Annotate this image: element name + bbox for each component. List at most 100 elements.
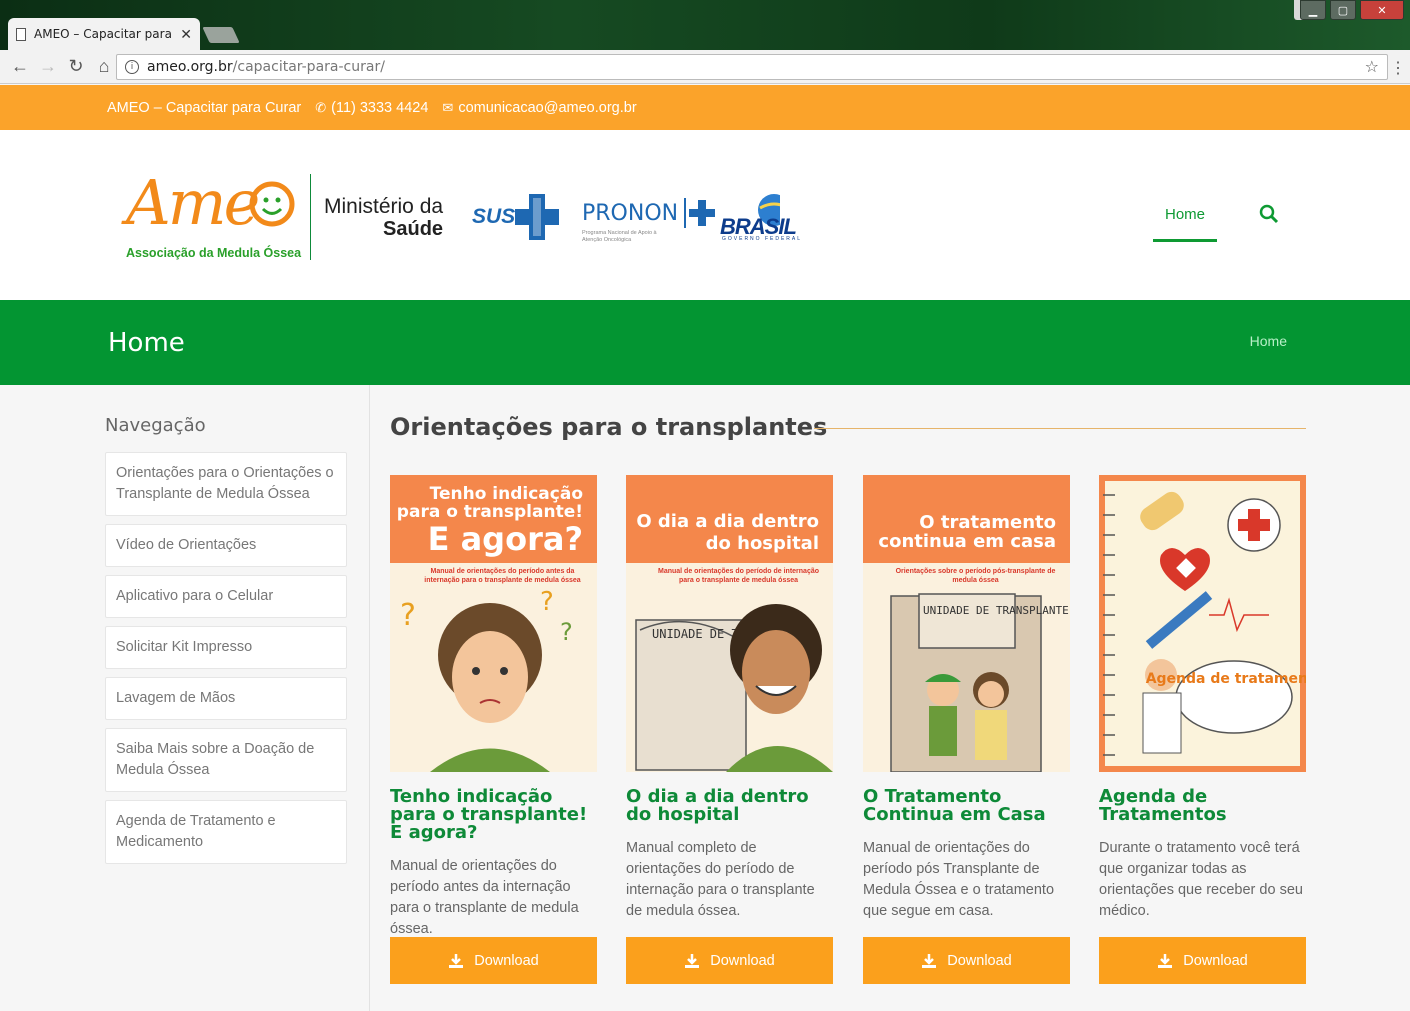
cover-header: Tenho indicação para o transplante! E ag… — [390, 475, 597, 563]
browser-titlebar: AMEO – Capacitar para C ✕ 👤 ▁ ▢ ✕ — [0, 0, 1410, 50]
sidebar-item-doacao[interactable]: Saiba Mais sobre a Doação de Medula Ósse… — [105, 728, 347, 792]
card-title[interactable]: O Tratamento Continua em Casa — [863, 788, 1070, 824]
top-info-bar: AMEO – Capacitar para Curar ✆ (11) 3333 4… — [0, 85, 1410, 130]
breadcrumb[interactable]: Home — [1250, 333, 1287, 349]
brasil-subtitle: GOVERNO FEDERAL — [722, 236, 803, 242]
card-cover-image[interactable]: Agenda de tratamento — [1099, 475, 1306, 772]
download-button[interactable]: Download — [626, 937, 833, 984]
pronon-text: PRONON — [582, 200, 679, 226]
sidebar-item-label: Saiba Mais sobre a Doação de Medula Ósse… — [116, 741, 315, 778]
download-label: Download — [710, 952, 775, 969]
agenda-notebook-illustration: Agenda de tratamento — [1103, 481, 1306, 766]
cover-line1: Tenho indicação — [429, 484, 583, 504]
sidebar-item-label: Solicitar Kit Impresso — [116, 639, 253, 655]
bookmark-star-icon[interactable]: ☆ — [1365, 57, 1379, 76]
sidebar-item-video[interactable]: Vídeo de Orientações — [105, 524, 347, 567]
cover-sign-text: UNIDADE DE TRANSPLANTE — [923, 604, 1069, 617]
cover-header: O dia a dia dentro do hospital — [626, 475, 833, 563]
sidebar-item-label: Agenda de Tratamento e Medicamento — [116, 813, 276, 850]
svg-text:?: ? — [400, 598, 416, 633]
card-title[interactable]: O dia a dia dentro do hospital — [626, 788, 833, 824]
email-link[interactable]: ✉ comunicacao@ameo.org.br — [442, 100, 636, 116]
nav-home-link[interactable]: Home — [1153, 206, 1217, 242]
card-agenda: Agenda de tratamento Agenda de Tratament… — [1099, 475, 1306, 984]
ameo-logo[interactable]: Ame Associação da Medula Óssea — [126, 168, 301, 263]
logo-subtitle: Associação da Medula Óssea — [126, 246, 302, 260]
ministerio-line1: Ministério da — [324, 195, 444, 218]
cover-agenda-text: Agenda de tratamento — [1146, 671, 1306, 687]
maximize-icon[interactable]: ▢ — [1330, 0, 1356, 20]
tab-title: AMEO – Capacitar para C — [34, 27, 173, 41]
download-icon — [922, 953, 937, 968]
card-title[interactable]: Agenda de Tratamentos — [1099, 788, 1306, 824]
sidebar-item-agenda[interactable]: Agenda de Tratamento e Medicamento — [105, 800, 347, 864]
family-leaving-hospital-illustration: UNIDADE DE TRANSPLANTE — [890, 593, 1069, 772]
home-icon[interactable]: ⌂ — [90, 56, 118, 77]
forward-icon[interactable]: → — [34, 56, 62, 77]
info-icon[interactable]: i — [125, 60, 139, 74]
cover-subtitle: Orientações sobre o período pós-transpla… — [895, 568, 1056, 584]
close-window-icon[interactable]: ✕ — [1360, 0, 1404, 20]
smiley-logo-icon — [249, 181, 295, 227]
card-title[interactable]: Tenho indicação para o transplante! E ag… — [390, 788, 597, 842]
sidebar-item-lavagem[interactable]: Lavagem de Mãos — [105, 677, 347, 720]
cover-line1: O dia a dia dentro — [636, 511, 819, 532]
sidebar-item-label: Lavagem de Mãos — [116, 690, 236, 706]
card-cover-image[interactable]: O dia a dia dentro do hospital Manual de… — [626, 475, 833, 772]
sidebar-item-orientacoes[interactable]: Orientações para o Orientações o Transpl… — [105, 452, 347, 516]
address-bar[interactable]: i ameo.org.br/capacitar-para-curar/ ☆ — [116, 54, 1388, 80]
reload-icon[interactable]: ↻ — [62, 56, 90, 77]
sidebar-item-aplicativo[interactable]: Aplicativo para o Celular — [105, 575, 347, 618]
url-host: ameo.org.br — [147, 59, 233, 75]
email-address: comunicacao@ameo.org.br — [458, 99, 637, 116]
card-description: Manual completo de orientações do períod… — [626, 840, 815, 919]
sidebar-item-kit[interactable]: Solicitar Kit Impresso — [105, 626, 347, 669]
cover-subtitle: Manual de orientações do período antes d… — [424, 568, 581, 584]
sidebar-item-label: Aplicativo para o Celular — [116, 588, 274, 604]
cover-line3: E agora? — [427, 520, 583, 558]
card-cover-image[interactable]: O tratamento continua em casa Orientaçõe… — [863, 475, 1070, 772]
sidebar-title: Navegação — [105, 415, 206, 436]
phone-link[interactable]: ✆ (11) 3333 4424 — [315, 100, 428, 116]
download-label: Download — [1183, 952, 1248, 969]
svg-text:?: ? — [540, 587, 554, 617]
sus-text: SUS — [472, 205, 516, 228]
site-name: AMEO – Capacitar para Curar — [107, 99, 302, 116]
browser-tab[interactable]: AMEO – Capacitar para C ✕ — [8, 18, 200, 50]
window-controls: ▁ ▢ ✕ — [1300, 0, 1404, 20]
download-button[interactable]: Download — [390, 937, 597, 984]
pronon-cross-icon — [684, 198, 716, 228]
pronon-subtitle: Programa Nacional de Apoio à Atenção Onc… — [582, 230, 657, 243]
brasil-logo: BRASIL GOVERNO FEDERAL — [720, 192, 800, 242]
download-icon — [449, 953, 464, 968]
card-cover-image[interactable]: Tenho indicação para o transplante! E ag… — [390, 475, 597, 772]
card-description: Manual de orientações do período antes d… — [390, 858, 579, 937]
envelope-icon: ✉ — [442, 99, 454, 115]
download-icon — [1158, 953, 1173, 968]
cover-header: O tratamento continua em casa — [863, 475, 1070, 563]
new-tab-button[interactable] — [202, 27, 240, 43]
card-dia-a-dia: O dia a dia dentro do hospital Manual de… — [626, 475, 833, 984]
pronon-logo: PRONON Programa Nacional de Apoio à Aten… — [582, 198, 718, 244]
minimize-icon[interactable]: ▁ — [1300, 0, 1326, 20]
sidebar: Navegação Orientações para o Orientações… — [0, 385, 370, 1011]
download-label: Download — [947, 952, 1012, 969]
section-title: Orientações para o transplantes — [390, 413, 828, 441]
cover-line2: continua em casa — [878, 531, 1056, 552]
download-button[interactable]: Download — [1099, 937, 1306, 984]
back-icon[interactable]: ← — [6, 56, 34, 77]
cover-subtitle: Manual de orientações do período de inte… — [657, 568, 820, 584]
download-button[interactable]: Download — [863, 937, 1070, 984]
section-title-rule — [814, 428, 1306, 429]
sidebar-item-label: Vídeo de Orientações — [116, 537, 257, 553]
search-icon[interactable] — [1258, 203, 1280, 225]
browser-menu-icon[interactable]: ⋮ — [1390, 58, 1406, 78]
tab-close-icon[interactable]: ✕ — [180, 26, 192, 43]
ministerio-line2: Saúde — [383, 218, 444, 240]
phone-icon: ✆ — [315, 99, 327, 115]
browser-toolbar: ← → ↻ ⌂ i ameo.org.br/capacitar-para-cur… — [0, 50, 1410, 84]
sidebar-item-label: Orientações para o Orientações o Transpl… — [116, 465, 334, 502]
logo-divider — [310, 174, 311, 260]
worried-person-illustration: ? ? ? — [400, 587, 573, 772]
card-tratamento-em-casa: O tratamento continua em casa Orientaçõe… — [863, 475, 1070, 984]
